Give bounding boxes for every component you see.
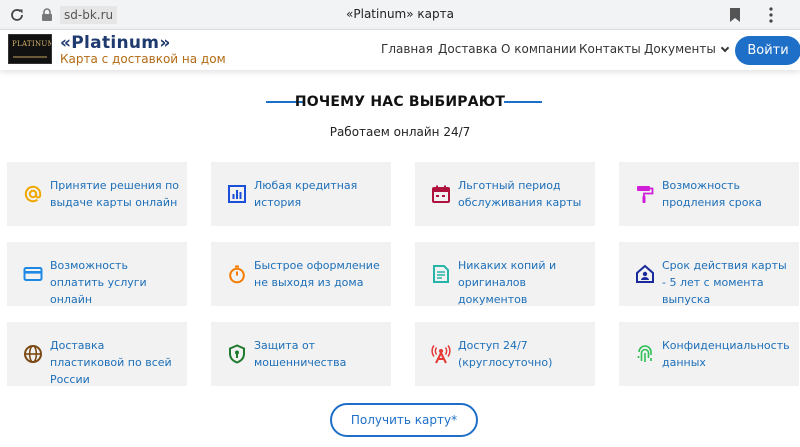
feature-text: Срок действия карты - 5 лет с момента вы… (662, 259, 787, 306)
site-header: PLATINUM «Platinum» Карта с доставкой на… (0, 30, 800, 70)
get-card-button[interactable]: Получить карту* (330, 403, 478, 437)
nav-item-delivery[interactable]: Доставка (438, 42, 497, 56)
feature-text: Защита от мошенничества (254, 339, 347, 369)
brand-subtitle: Карта с доставкой на дом (60, 52, 226, 66)
nav-item-about[interactable]: О компании (501, 42, 577, 56)
feature-text: Возможность продления срока (662, 179, 762, 209)
bar-chart-icon (228, 185, 246, 203)
feature-card: Возможность оплатить услуги онлайн (7, 242, 187, 306)
fingerprint-icon (637, 345, 652, 362)
credit-card-icon (23, 267, 43, 281)
document-icon (433, 265, 449, 283)
antenna-icon (431, 345, 451, 364)
lock-icon (42, 8, 52, 21)
nav-item-documents[interactable]: Документы (644, 42, 730, 56)
section-subtitle: Работаем онлайн 24/7 (329, 125, 471, 139)
feature-card: Доставка пластиковой по всей России (7, 322, 187, 386)
home-account-icon (636, 264, 654, 283)
feature-card: Конфиденциальность данных (619, 322, 799, 386)
chevron-down-icon (720, 43, 730, 53)
globe-icon (24, 345, 42, 363)
nav-item-contacts[interactable]: Контакты (579, 42, 641, 56)
feature-card: Защита от мошенничества (211, 322, 391, 386)
feature-card: Доступ 24/7 (круглосуточно) (415, 322, 595, 386)
feature-card: Любая кредитная история (211, 162, 391, 226)
bookmark-icon[interactable] (728, 7, 742, 23)
section-title: ПОЧЕМУ НАС ВЫБИРАЮТ (294, 94, 506, 110)
feature-text: Возможность оплатить услуги онлайн (50, 259, 147, 306)
calendar-icon (432, 185, 450, 203)
logo-image[interactable]: PLATINUM (8, 34, 52, 64)
feature-text: Льготный период обслуживания карты (458, 179, 582, 209)
brand-name[interactable]: «Platinum» (60, 33, 171, 53)
feature-text: Любая кредитная история (254, 179, 358, 209)
feature-text: Принятие решения по выдаче карты онлайн (50, 179, 179, 209)
feature-card: Принятие решения по выдаче карты онлайн (7, 162, 187, 226)
feature-text: Никаких копий и оригиналов документов (458, 259, 557, 306)
feature-text: Доступ 24/7 (круглосуточно) (458, 339, 553, 369)
heading-line-right (504, 101, 542, 103)
logo-text: PLATINUM (12, 40, 52, 48)
feature-text: Конфиденциальность данных (662, 339, 790, 369)
browser-menu-icon[interactable] (766, 6, 776, 24)
nav-item-documents-label: Документы (644, 42, 716, 56)
reload-icon[interactable] (8, 6, 26, 24)
feature-card: Срок действия карты - 5 лет с момента вы… (619, 242, 799, 306)
stopwatch-icon (229, 265, 245, 284)
address-bar[interactable]: sd-bk.ru (60, 6, 118, 24)
feature-card: Возможность продления срока (619, 162, 799, 226)
browser-page-title: «Platinum» карта (346, 7, 454, 21)
feature-text: Доставка пластиковой по всей России (50, 339, 172, 386)
feature-card: Льготный период обслуживания карты (415, 162, 595, 226)
at-icon (24, 185, 42, 203)
feature-card: Никаких копий и оригиналов документов (415, 242, 595, 306)
paint-roller-icon (637, 186, 654, 203)
shield-lock-icon (229, 344, 245, 364)
browser-toolbar: sd-bk.ru «Platinum» карта (0, 0, 800, 30)
feature-card: Быстрое оформление не выходя из дома (211, 242, 391, 306)
nav-item-home[interactable]: Главная (381, 42, 433, 56)
login-button[interactable]: Войти (735, 36, 800, 65)
feature-text: Быстрое оформление не выходя из дома (254, 259, 380, 289)
